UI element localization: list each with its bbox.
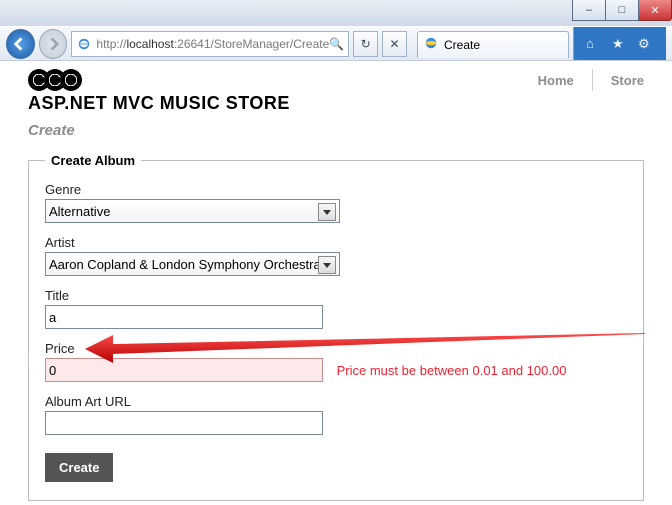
page-title: Create <box>28 122 644 139</box>
site-nav: Home Store <box>538 69 644 91</box>
create-button[interactable]: Create <box>45 453 113 482</box>
title-field: Title <box>45 288 627 329</box>
browser-toolbar: http:// localhost :26641 /StoreManager/C… <box>0 26 672 62</box>
title-input[interactable] <box>45 305 323 329</box>
fieldset-legend: Create Album <box>45 153 141 168</box>
page-viewport: Home Store ASP.NET MVC MUSIC STORE Creat… <box>0 60 672 505</box>
page-body: Home Store ASP.NET MVC MUSIC STORE Creat… <box>0 61 672 505</box>
nav-store-link[interactable]: Store <box>611 73 644 88</box>
url-scheme: http:// <box>96 37 126 51</box>
nav-home-link[interactable]: Home <box>538 73 574 88</box>
site-logo <box>28 69 82 91</box>
back-button[interactable] <box>6 29 35 59</box>
arturl-field: Album Art URL <box>45 394 627 435</box>
ie-tab-icon <box>424 36 438 53</box>
site-header: Home Store <box>28 69 644 91</box>
arturl-label: Album Art URL <box>45 394 627 409</box>
artist-select[interactable] <box>45 252 340 276</box>
stop-button[interactable]: ✕ <box>382 31 407 57</box>
window-titlebar: – □ ✕ <box>0 0 672 26</box>
site-title: ASP.NET MVC MUSIC STORE <box>28 93 644 114</box>
title-label: Title <box>45 288 627 303</box>
disc-icon <box>60 69 82 91</box>
refresh-button[interactable]: ↻ <box>353 31 378 57</box>
artist-label: Artist <box>45 235 627 250</box>
window-controls: – □ ✕ <box>572 0 672 21</box>
price-input[interactable] <box>45 358 323 382</box>
price-field: Price Price must be between 0.01 and 100… <box>45 341 627 382</box>
price-error-message: Price must be between 0.01 and 100.00 <box>337 363 567 378</box>
home-icon[interactable]: ⌂ <box>586 36 602 52</box>
tools-icon[interactable]: ⚙ <box>638 36 654 52</box>
forward-button[interactable] <box>39 29 68 59</box>
tab-strip: Create <box>417 31 569 58</box>
browser-window: – □ ✕ http:// localhost :26641 /StoreMan… <box>0 0 672 505</box>
url-path: /StoreManager/Create <box>211 37 330 51</box>
arturl-input[interactable] <box>45 411 323 435</box>
tab-title: Create <box>444 38 480 52</box>
price-label: Price <box>45 341 627 356</box>
genre-label: Genre <box>45 182 627 197</box>
url-port: :26641 <box>174 37 211 51</box>
command-bar: ⌂ ★ ⚙ <box>573 27 666 61</box>
ie-page-icon <box>76 36 92 52</box>
tab-create[interactable]: Create <box>417 31 569 58</box>
nav-separator <box>592 69 593 91</box>
close-button[interactable]: ✕ <box>639 0 672 21</box>
favorites-icon[interactable]: ★ <box>612 36 628 52</box>
address-bar[interactable]: http:// localhost :26641 /StoreManager/C… <box>71 31 349 57</box>
url-host: localhost <box>126 37 173 51</box>
minimize-button[interactable]: – <box>572 0 606 21</box>
create-album-fieldset: Create Album Genre Artist Title <box>28 153 644 501</box>
search-icon: 🔍 <box>329 37 344 51</box>
maximize-button[interactable]: □ <box>606 0 639 21</box>
artist-field: Artist <box>45 235 627 276</box>
genre-select[interactable] <box>45 199 340 223</box>
genre-field: Genre <box>45 182 627 223</box>
